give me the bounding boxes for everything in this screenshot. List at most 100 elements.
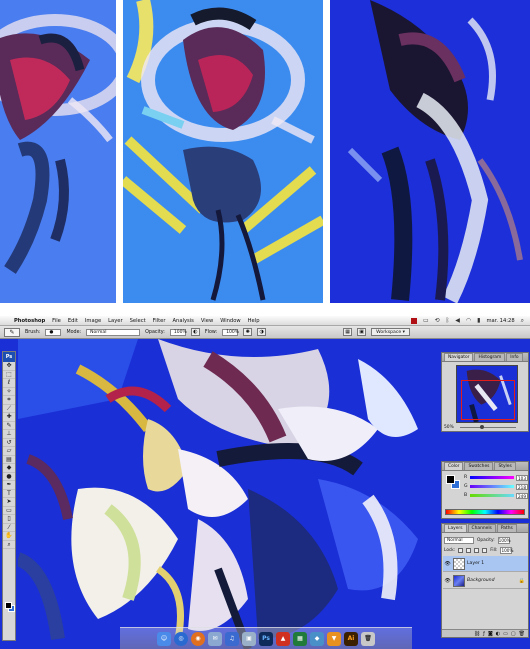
marquee-icon[interactable]: ⬚ <box>3 371 15 379</box>
menu-filter[interactable]: Filter <box>153 318 166 324</box>
eraser-icon[interactable]: ▱ <box>3 447 15 456</box>
type-icon[interactable]: T <box>3 490 15 498</box>
navigator-zoom[interactable]: 50% <box>444 425 454 430</box>
itunes-icon[interactable]: ♫ <box>225 631 239 646</box>
navigator-thumbnail[interactable] <box>456 365 518 423</box>
lock-position-icon[interactable] <box>474 547 480 553</box>
adjustment-layer-icon[interactable]: ◐ <box>496 631 500 637</box>
safari-icon[interactable]: ◎ <box>174 631 188 646</box>
color-g-value[interactable]: 218 <box>516 483 528 490</box>
eye-icon[interactable]: 👁 <box>444 578 451 584</box>
sync-icon[interactable]: ⟲ <box>435 316 440 326</box>
app-icon[interactable]: ▲ <box>276 631 290 646</box>
trash-icon[interactable]: 🗑 <box>361 631 375 646</box>
tab-layers[interactable]: Layers <box>444 524 467 532</box>
brush-picker[interactable]: ● <box>45 328 62 336</box>
tab-color[interactable]: Color <box>444 462 464 470</box>
finder-icon[interactable]: ☺ <box>157 631 171 646</box>
layer-row[interactable]: 👁 Layer 1 <box>443 556 528 572</box>
blend-mode-select[interactable]: Normal <box>444 536 474 544</box>
foreground-color-swatch[interactable] <box>5 602 12 609</box>
dodge-icon[interactable]: ● <box>3 473 15 481</box>
path-select-icon[interactable]: ➤ <box>3 498 15 507</box>
eye-icon[interactable]: 👁 <box>444 561 451 567</box>
layer-opacity-input[interactable]: 100% <box>497 536 511 544</box>
crop-icon[interactable]: ⌗ <box>3 396 15 405</box>
color-b-slider[interactable] <box>470 494 514 497</box>
notes-icon[interactable]: ▯ <box>3 515 15 524</box>
app-icon-2[interactable]: ▦ <box>293 631 307 646</box>
stamp-icon[interactable]: ⊥ <box>3 430 15 439</box>
layer-row[interactable]: 👁 Background 🔒 <box>443 573 528 589</box>
opacity-input[interactable]: 100% <box>169 328 187 336</box>
new-layer-icon[interactable]: ▢ <box>511 631 516 637</box>
tab-styles[interactable]: Styles <box>494 462 516 470</box>
gradient-icon[interactable]: ▤ <box>3 456 15 464</box>
layer-style-icon[interactable]: ƒ <box>483 631 485 637</box>
display-icon[interactable]: ▭ <box>423 316 429 326</box>
battery-icon[interactable]: ▮ <box>477 316 480 326</box>
fill-input[interactable]: 100% <box>500 546 513 554</box>
tool-preset-picker[interactable]: ✎ <box>4 327 20 337</box>
zoom-icon[interactable]: ⌕ <box>3 541 15 549</box>
menu-layer[interactable]: Layer <box>108 318 122 324</box>
magic-wand-icon[interactable]: ✧ <box>3 388 15 396</box>
menu-window[interactable]: Window <box>220 318 240 324</box>
layer-mask-icon[interactable]: ◙ <box>488 631 493 637</box>
history-brush-icon[interactable]: ↺ <box>3 439 15 447</box>
link-layers-icon[interactable]: ⛓ <box>474 631 480 637</box>
menu-image[interactable]: Image <box>85 318 101 324</box>
slice-icon[interactable]: ⟋ <box>3 405 15 413</box>
navigator-zoom-slider[interactable] <box>460 425 516 429</box>
tab-swatches[interactable]: Swatches <box>464 462 494 470</box>
menu-view[interactable]: View <box>201 318 213 324</box>
color-fg-swatch[interactable] <box>446 475 455 484</box>
app-icon-4[interactable]: ▼ <box>327 631 341 646</box>
toolbox-logo[interactable]: Ps <box>3 352 15 362</box>
app-icon-3[interactable]: ◆ <box>310 631 324 646</box>
airbrush-button[interactable]: ✺ <box>243 328 253 336</box>
color-spectrum[interactable] <box>445 509 525 515</box>
brush-tool-icon[interactable]: ✎ <box>3 422 15 430</box>
menu-analysis[interactable]: Analysis <box>173 318 194 324</box>
shape-icon[interactable]: ▭ <box>3 507 15 515</box>
blur-icon[interactable]: ◆ <box>3 464 15 473</box>
navigator-view-box[interactable] <box>461 380 515 420</box>
preview-icon[interactable]: ▣ <box>242 631 256 646</box>
lasso-icon[interactable]: ℓ <box>3 379 15 388</box>
menubar-clock[interactable]: mar. 14:28 <box>486 318 514 324</box>
color-r-value[interactable]: 103 <box>516 474 528 481</box>
menu-app-name[interactable]: Photoshop <box>14 318 45 324</box>
workspace-menu[interactable]: Workspace ▾ <box>371 328 410 336</box>
trash-layer-icon[interactable]: 🗑 <box>519 631 525 637</box>
color-swatches[interactable] <box>446 475 460 489</box>
tab-histogram[interactable]: Histogram <box>474 353 506 361</box>
color-r-slider[interactable] <box>470 476 514 479</box>
record-indicator-icon[interactable] <box>410 318 417 324</box>
color-g-slider[interactable] <box>470 485 514 488</box>
tab-navigator[interactable]: Navigator <box>444 353 474 361</box>
new-group-icon[interactable]: ▭ <box>503 631 508 637</box>
hand-icon[interactable]: ✋ <box>3 532 15 541</box>
menu-select[interactable]: Select <box>130 318 146 324</box>
volume-icon[interactable]: ◀ <box>455 316 460 326</box>
menu-help[interactable]: Help <box>248 318 260 324</box>
lock-transparency-icon[interactable] <box>458 547 464 553</box>
healing-icon[interactable]: ✚ <box>3 413 15 422</box>
pen-icon[interactable]: ✒ <box>3 481 15 490</box>
tab-channels[interactable]: Channels <box>467 524 496 532</box>
tab-info[interactable]: Info <box>506 353 523 361</box>
firefox-icon[interactable]: ◉ <box>191 631 205 646</box>
menu-file[interactable]: File <box>52 318 61 324</box>
mode-select[interactable]: Normal <box>86 328 141 336</box>
color-b-value[interactable]: 249 <box>516 492 528 499</box>
spotlight-icon[interactable]: ⌕ <box>521 316 524 326</box>
bluetooth-icon[interactable]: ᛒ <box>446 316 450 326</box>
lock-all-icon[interactable] <box>482 547 488 553</box>
brushes-palette-button[interactable]: ▦ <box>343 328 353 336</box>
pressure-opacity-button[interactable]: ◐ <box>190 328 200 336</box>
tab-paths[interactable]: Paths <box>496 524 517 532</box>
bridge-button[interactable]: ▣ <box>357 328 367 336</box>
pressure-size-button[interactable]: ◑ <box>257 328 267 336</box>
eyedropper-icon[interactable]: ⁄ <box>3 524 15 532</box>
